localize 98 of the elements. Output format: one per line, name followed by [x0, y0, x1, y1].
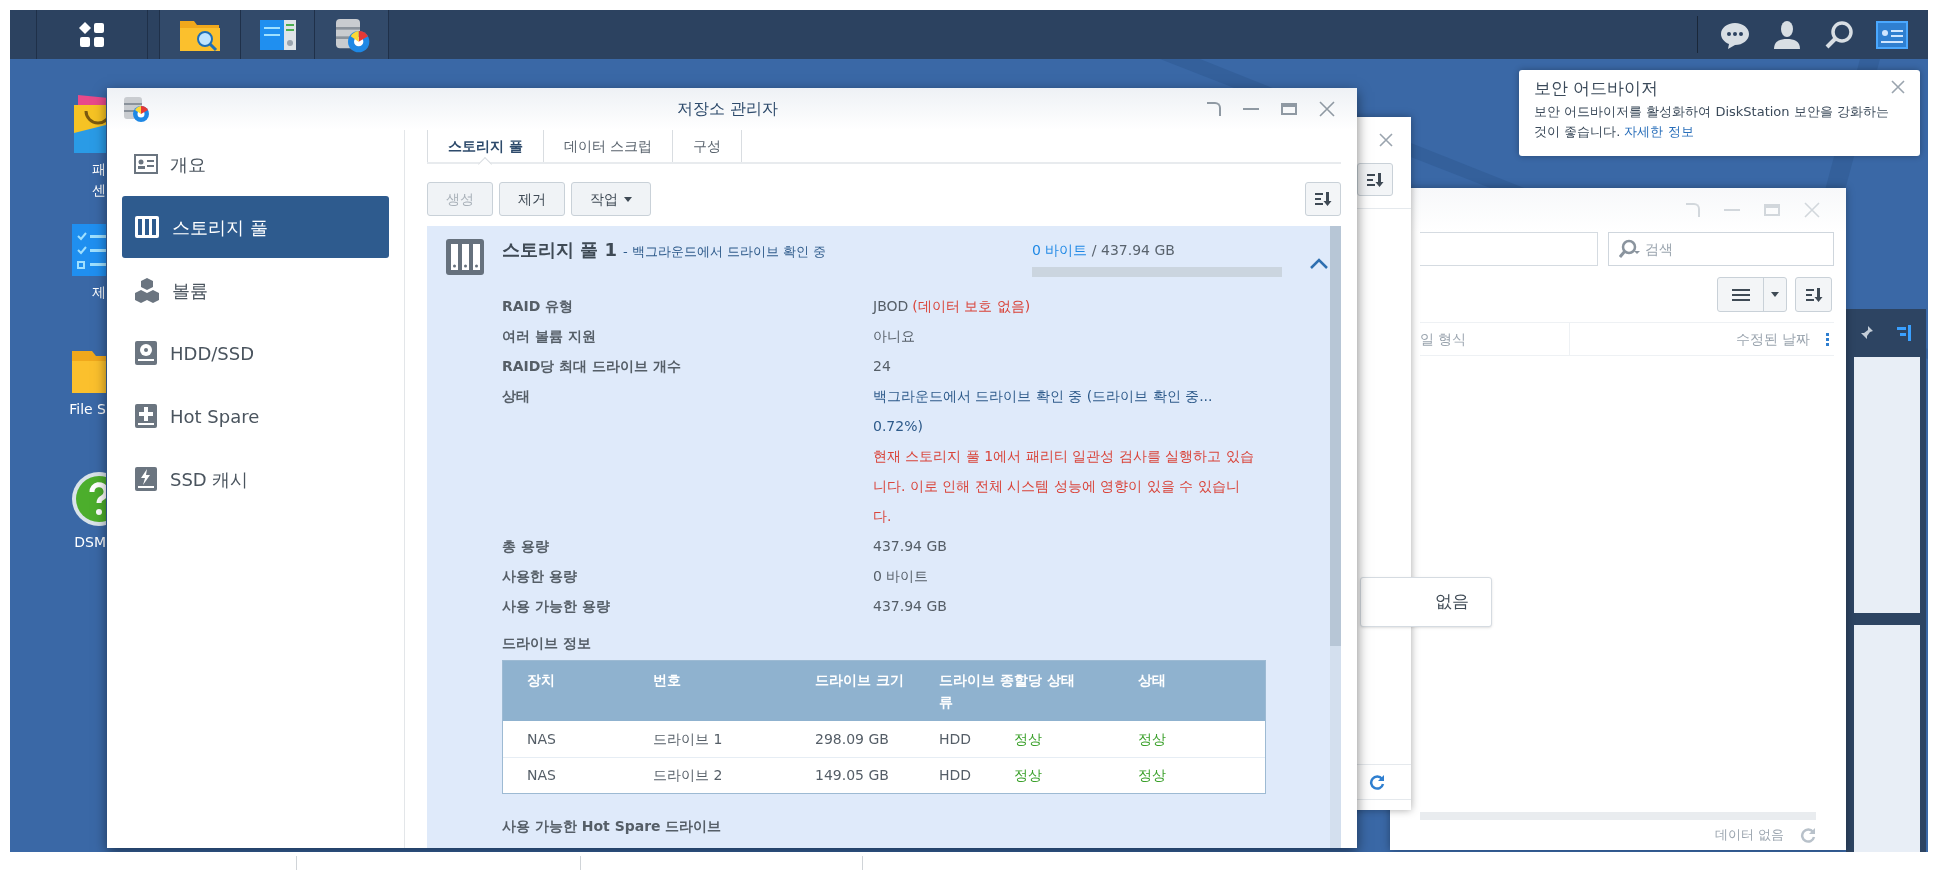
sidebar-item[interactable]: 스토리지 풀 [122, 196, 389, 258]
close-icon[interactable] [1379, 133, 1393, 147]
column-header: 드라이브 종류 [939, 671, 1014, 712]
pool-status: - 백그라운드에서 드라이브 확인 중 [623, 243, 827, 261]
drive-bays-icon [134, 215, 160, 239]
sidebar-item[interactable]: SSD 캐시 [122, 448, 389, 510]
more-info-link[interactable]: 자세한 정보 [1624, 123, 1694, 139]
id-card-icon [134, 154, 158, 174]
table-cell-text: 드라이브 2 [653, 766, 724, 785]
column-header: 할당 상태 [1014, 671, 1076, 690]
detail-value: 24 [873, 357, 891, 376]
view-mode-button[interactable] [1717, 277, 1787, 312]
detail-label: 상태 [502, 387, 531, 406]
sort-button[interactable] [1357, 163, 1393, 196]
toolbar-button[interactable]: 작업 [571, 182, 651, 216]
desktop-icon-label: 제 [92, 283, 106, 302]
section-heading: 드라이브 정보 [502, 634, 592, 653]
sort-icon [1314, 191, 1332, 207]
pin-icon[interactable] [1860, 325, 1874, 341]
detail-note: (데이터 보호 없음) [912, 297, 1031, 316]
tab[interactable]: 구성 [673, 130, 743, 162]
detail-label: 사용 가능한 용량 [502, 597, 611, 616]
sidebar-item[interactable]: 볼륨 [122, 259, 389, 321]
status-text: 데이터 없음 [1714, 826, 1784, 845]
cubes-icon [134, 277, 160, 303]
refresh-icon[interactable] [1369, 774, 1385, 790]
chat-icon[interactable] [1720, 20, 1750, 49]
column-header: 상태 [1138, 671, 1167, 690]
toolbar-button[interactable]: 제거 [499, 182, 565, 216]
scrollbar-thumb[interactable] [1330, 226, 1341, 646]
desktop-icon-label: 패 [92, 160, 106, 179]
detail-label: 여러 볼륨 지원 [502, 327, 597, 346]
pool-name: 스토리지 풀 1 [502, 238, 618, 262]
table-cell-text: 149.05 GB [815, 766, 890, 785]
desktop-icon-label: File S [69, 400, 106, 419]
table-cell-text: HDD [939, 729, 973, 749]
control-panel-button[interactable] [241, 10, 315, 59]
table-cell-text: 정상 [1014, 729, 1043, 749]
table-cell-text: 드라이브 1 [653, 729, 724, 749]
column-header: 드라이브 크기 [815, 671, 905, 690]
drive-bays-icon [444, 238, 485, 276]
chevron-icon[interactable] [1310, 258, 1328, 269]
detail-label: RAID당 최대 드라이브 개수 [502, 357, 683, 376]
panel-device-icon [258, 18, 297, 51]
column-header: 장치 [527, 671, 556, 690]
window-title: 저장소 관리자 [677, 98, 779, 120]
caret-icon [624, 196, 632, 202]
table-cell-text: 정상 [1014, 766, 1043, 785]
sort-button[interactable] [1305, 182, 1341, 216]
widget-card-icon[interactable] [1876, 20, 1908, 49]
detail-value: JBOD [873, 297, 909, 316]
status-value: 백그라운드에서 드라이브 확인 중 (드라이브 확인 중... 0.72%) [873, 387, 1214, 436]
detail-label: 사용한 용량 [502, 567, 578, 586]
storage-manager-icon[interactable] [121, 94, 151, 124]
table-cell-text: 298.09 GB [815, 729, 890, 749]
sidebar-item[interactable]: Hot Spare [122, 385, 389, 447]
total-capacity: / 437.94 GB [1090, 241, 1175, 260]
caret-icon [1771, 292, 1779, 297]
sort-button[interactable] [1795, 277, 1832, 312]
table-cell-text: NAS [527, 766, 557, 785]
search-icon [1619, 239, 1641, 259]
panel-toggle-icon[interactable] [1896, 324, 1912, 342]
detail-value: 아니요 [873, 327, 915, 346]
close-icon[interactable] [1319, 101, 1335, 117]
warning-text: 현재 스토리지 풀 1에서 패리티 일관성 검사를 실행하고 있습니다. 이로 인해 전체 시스템 성능에 영향이 있을 수 있습니다. [873, 447, 1255, 526]
detail-value: 0 바이트 [873, 567, 929, 586]
list-icon [1731, 287, 1750, 302]
detail-label: RAID 유형 [502, 297, 575, 316]
sort-icon [1366, 171, 1384, 188]
table-cell-text: NAS [527, 729, 557, 749]
apps-grid-icon [78, 20, 106, 49]
used-capacity: 0 바이트 [1032, 241, 1088, 260]
tab[interactable]: 스토리지 풀 [427, 130, 544, 162]
user-icon[interactable] [1772, 19, 1802, 50]
table-cell-text: 정상 [1138, 766, 1167, 785]
search-icon[interactable] [1824, 19, 1854, 50]
detail-label: 총 용량 [502, 537, 550, 556]
table-cell-text: 정상 [1138, 729, 1167, 749]
empty-tip: 없음 [1360, 577, 1492, 627]
maximize-icon[interactable] [1281, 103, 1297, 115]
sidebar-item[interactable]: 개요 [122, 133, 389, 195]
tab[interactable]: 데이터 스크럽 [543, 130, 674, 162]
sort-icon [1804, 286, 1823, 303]
column-header: 번호 [653, 671, 682, 690]
notification-title: 보안 어드바이저 [1534, 77, 1659, 100]
sidebar-item[interactable]: HDD/SSD [122, 322, 389, 384]
checklist-icon[interactable] [70, 222, 106, 278]
desktop-icon-label: 센 [92, 181, 106, 200]
path-field[interactable] [1420, 232, 1598, 266]
table-cell-text: HDD [939, 766, 973, 785]
desktop-icon-label: DSM [74, 533, 106, 552]
close-icon[interactable] [1891, 80, 1905, 94]
section-heading: 사용 가능한 Hot Spare 드라이브 [502, 817, 723, 836]
notification-text: 보안 어드바이저를 활성화하여 DiskStation 보안을 강화하는 것이 좋습니다. 자세한 정보 [1534, 102, 1890, 141]
detail-value: 437.94 GB [873, 537, 947, 556]
storage-manager-button[interactable] [315, 10, 389, 59]
detail-value: 437.94 GB [873, 597, 947, 616]
file-station-button[interactable] [160, 10, 241, 59]
